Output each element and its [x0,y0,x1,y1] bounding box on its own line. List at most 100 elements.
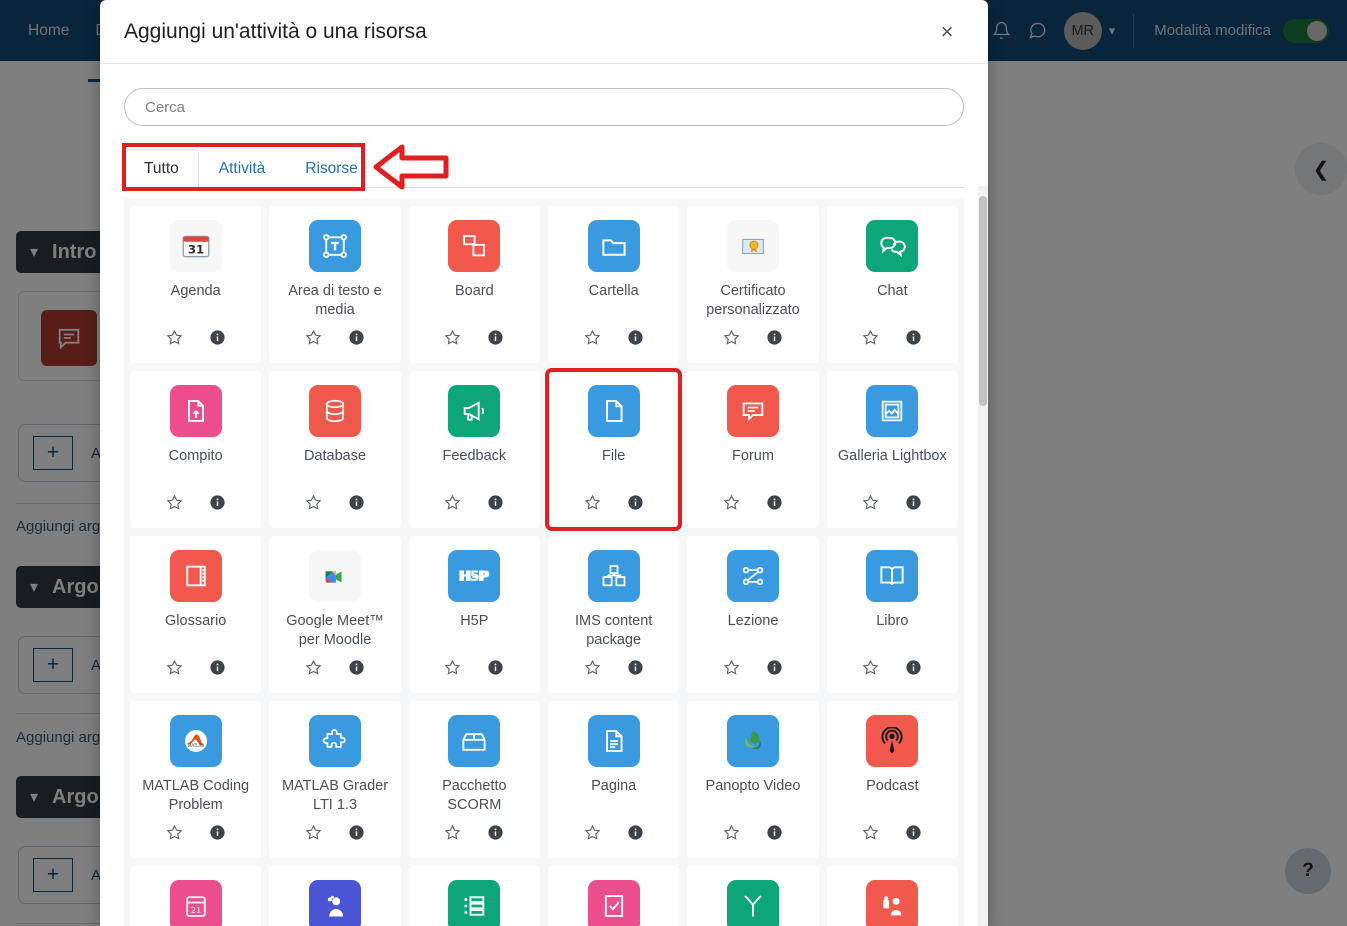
activity-card-file[interactable]: File [544,368,683,531]
star-icon[interactable] [584,824,601,846]
star-icon[interactable] [584,494,601,516]
info-icon[interactable] [905,494,922,516]
star-icon[interactable] [305,659,322,681]
star-icon[interactable] [444,494,461,516]
activity-label: Area di testo e media [288,283,382,318]
info-icon[interactable] [766,329,783,351]
search-input[interactable] [143,97,945,117]
activity-card-partial[interactable] [687,866,819,926]
certificate-icon [726,220,779,272]
search-field-wrapper[interactable] [124,88,964,126]
star-icon[interactable] [305,824,322,846]
info-icon[interactable] [348,329,365,351]
info-icon[interactable] [766,659,783,681]
tab-tutto[interactable]: Tutto [124,149,199,188]
star-icon[interactable] [444,659,461,681]
info-icon[interactable] [487,494,504,516]
star-icon[interactable] [305,494,322,516]
info-icon[interactable] [905,824,922,846]
glossary-icon [169,550,222,602]
activity-card-partial[interactable]: 21 [130,866,262,926]
star-icon[interactable] [166,494,183,516]
star-icon[interactable] [166,824,183,846]
activity-card-podcast[interactable]: Podcast [826,701,958,858]
activity-label: Chat [877,283,908,299]
info-icon[interactable] [348,659,365,681]
info-icon[interactable] [627,329,644,351]
activity-card-compito[interactable]: Compito [130,371,262,528]
activity-label: Pagina [591,778,637,794]
activity-card-board[interactable]: Board [408,206,540,363]
star-icon[interactable] [723,659,740,681]
activity-card-h5p[interactable]: H-P H5P H5P [408,536,540,693]
activity-card-forum[interactable]: Forum [687,371,819,528]
activity-card-matlab-grader-lti[interactable]: MATLAB Grader LTI 1.3 [269,701,401,858]
activity-card-partial[interactable] [547,866,680,926]
ims-package-icon [587,550,640,602]
activity-card-ims-content-package[interactable]: IMS content package [547,536,680,693]
activity-card-galleria-lightbox[interactable]: Galleria Lightbox [826,371,958,528]
activity-card-panopto-video[interactable]: Panopto Video [687,701,819,858]
star-icon[interactable] [166,659,183,681]
activity-card-matlab-coding-problem[interactable]: MATLAB MATLAB Coding Problem [130,701,262,858]
info-icon[interactable] [627,659,644,681]
tab-attivita[interactable]: Attività [199,149,286,188]
info-icon[interactable] [487,659,504,681]
activity-card-chat[interactable]: Chat [826,206,958,363]
star-icon[interactable] [584,659,601,681]
star-icon[interactable] [584,329,601,351]
info-icon[interactable] [209,659,226,681]
star-icon[interactable] [862,494,879,516]
activity-card-libro[interactable]: Libro [826,536,958,693]
info-icon[interactable] [905,659,922,681]
star-icon[interactable] [723,329,740,351]
info-icon[interactable] [348,824,365,846]
tab-risorse[interactable]: Risorse [285,149,378,188]
close-icon[interactable]: × [930,15,964,49]
card-actions [723,494,783,528]
activity-chooser-scroll[interactable]: 31 Agenda Area di testo e media Board Ca… [124,198,964,926]
activity-card-pagina[interactable]: Pagina [547,701,680,858]
card-actions [444,824,504,858]
info-icon[interactable] [209,494,226,516]
activity-card-pacchetto-scorm[interactable]: Pacchetto SCORM [408,701,540,858]
star-icon[interactable] [305,329,322,351]
info-icon[interactable] [348,494,365,516]
info-icon[interactable] [766,824,783,846]
activity-card-lezione[interactable]: Lezione [687,536,819,693]
info-icon[interactable] [209,824,226,846]
filter-tabs: Tutto Attività Risorse [124,148,964,188]
info-icon[interactable] [627,824,644,846]
star-icon[interactable] [723,494,740,516]
activity-card-partial[interactable] [826,866,958,926]
star-icon[interactable] [862,329,879,351]
star-icon[interactable] [723,824,740,846]
info-icon[interactable] [487,329,504,351]
info-icon[interactable] [487,824,504,846]
star-icon[interactable] [444,329,461,351]
star-icon[interactable] [166,329,183,351]
info-icon[interactable] [766,494,783,516]
activity-card-glossario[interactable]: Glossario [130,536,262,693]
modal-scrollbar-thumb[interactable] [979,196,987,406]
card-actions [444,494,504,528]
info-icon[interactable] [905,329,922,351]
activity-card-partial[interactable] [408,866,540,926]
info-icon[interactable] [627,494,644,516]
activity-card-area-di-testo-e-media[interactable]: Area di testo e media [269,206,401,363]
card-actions [584,824,644,858]
activity-card-certificato-personalizzato[interactable]: Certificato personalizzato [687,206,819,363]
activity-card-feedback[interactable]: Feedback [408,371,540,528]
activity-label: Certificato personalizzato [706,283,800,318]
activity-card-agenda[interactable]: 31 Agenda [130,206,262,363]
star-icon[interactable] [862,824,879,846]
star-icon[interactable] [444,824,461,846]
chat-bubbles-icon [866,220,919,272]
star-icon[interactable] [862,659,879,681]
activity-card-database[interactable]: Database [269,371,401,528]
activity-card-partial[interactable] [269,866,401,926]
info-icon[interactable] [209,329,226,351]
activity-card-google-meet-per-moodle[interactable]: Google Meet™ per Moodle [269,536,401,693]
activity-card-cartella[interactable]: Cartella [547,206,680,363]
scorm-box-icon [448,715,501,767]
